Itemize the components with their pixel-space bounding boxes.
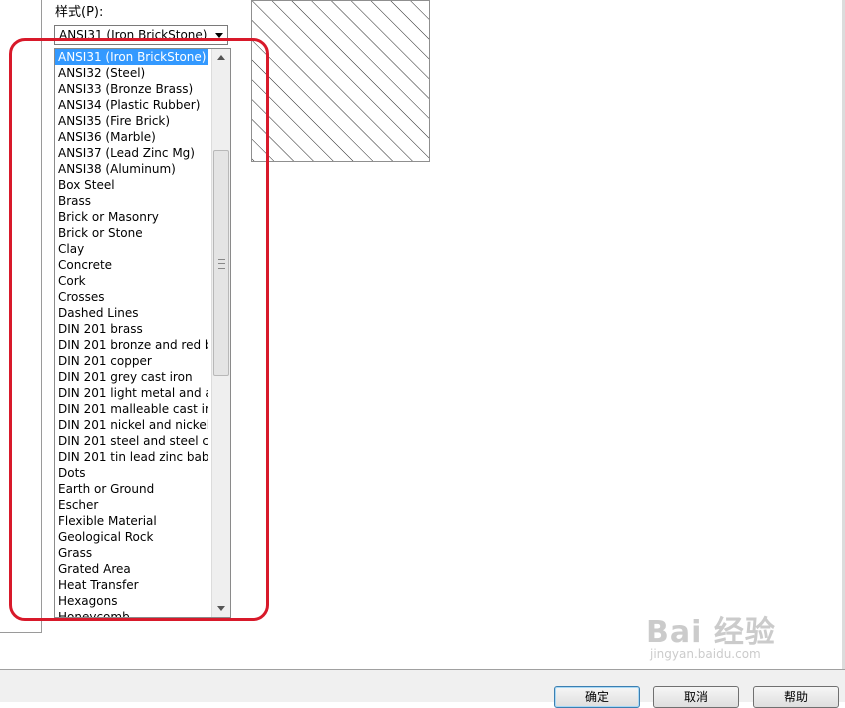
list-item[interactable]: Grass <box>55 545 208 561</box>
list-item[interactable]: DIN 201 steel and steel casting <box>55 433 208 449</box>
list-item[interactable]: Heat Transfer <box>55 577 208 593</box>
scroll-down-icon[interactable] <box>212 600 230 617</box>
list-item[interactable]: ANSI36 (Marble) <box>55 129 208 145</box>
list-item[interactable]: DIN 201 tin lead zinc babbitt <box>55 449 208 465</box>
list-item[interactable]: DIN 201 malleable cast iron <box>55 401 208 417</box>
hatch-pattern-icon <box>252 1 429 161</box>
list-item[interactable]: DIN 201 bronze and red brass <box>55 337 208 353</box>
list-item[interactable]: Brass <box>55 193 208 209</box>
list-item[interactable]: DIN 201 copper <box>55 353 208 369</box>
list-scrollbar[interactable] <box>211 49 230 617</box>
style-list-items: ANSI31 (Iron BrickStone) ANSI32 (Steel) AN… <box>55 49 211 617</box>
list-item[interactable]: ANSI32 (Steel) <box>55 65 208 81</box>
help-button[interactable]: 帮助 <box>753 686 839 708</box>
list-item[interactable]: Concrete <box>55 257 208 273</box>
list-item[interactable]: ANSI33 (Bronze Brass) <box>55 81 208 97</box>
list-item[interactable]: DIN 201 brass <box>55 321 208 337</box>
scroll-up-icon[interactable] <box>212 49 230 66</box>
list-item[interactable]: Escher <box>55 497 208 513</box>
list-item[interactable]: Flexible Material <box>55 513 208 529</box>
list-item[interactable]: Cork <box>55 273 208 289</box>
list-item[interactable]: ANSI35 (Fire Brick) <box>55 113 208 129</box>
list-item[interactable]: ANSI38 (Aluminum) <box>55 161 208 177</box>
list-item[interactable]: ANSI37 (Lead Zinc Mg) <box>55 145 208 161</box>
list-item[interactable]: Honeycomb <box>55 609 208 617</box>
list-item[interactable]: Box Steel <box>55 177 208 193</box>
list-item[interactable]: Brick or Stone <box>55 225 208 241</box>
list-item[interactable]: DIN 201 nickel and nickel alloys <box>55 417 208 433</box>
list-item[interactable]: Grated Area <box>55 561 208 577</box>
style-label: 样式(P): <box>55 5 104 20</box>
chevron-down-icon[interactable] <box>215 33 223 38</box>
grip-icon <box>218 259 225 269</box>
list-item[interactable]: Dashed Lines <box>55 305 208 321</box>
list-item[interactable]: DIN 201 grey cast iron <box>55 369 208 385</box>
style-listbox[interactable]: ANSI31 (Iron BrickStone) ANSI32 (Steel) AN… <box>54 48 231 618</box>
list-item[interactable]: Clay <box>55 241 208 257</box>
list-item[interactable]: Earth or Ground <box>55 481 208 497</box>
scroll-thumb[interactable] <box>213 150 229 376</box>
left-panel <box>0 0 42 633</box>
ok-button[interactable]: 确定 <box>554 686 640 708</box>
list-item[interactable]: Dots <box>55 465 208 481</box>
watermark-main: Bai 经验 <box>646 615 776 650</box>
list-item[interactable]: ANSI34 (Plastic Rubber) <box>55 97 208 113</box>
list-item[interactable]: Brick or Masonry <box>55 209 208 225</box>
list-item[interactable]: Geological Rock <box>55 529 208 545</box>
list-item[interactable]: ANSI31 (Iron BrickStone) <box>55 49 208 65</box>
list-item[interactable]: Hexagons <box>55 593 208 609</box>
list-item[interactable]: DIN 201 light metal and alloys <box>55 385 208 401</box>
watermark-sub: jingyan.baidu.com <box>650 647 761 661</box>
style-combobox[interactable]: ANSI31 (Iron BrickStone) <box>54 25 228 45</box>
cancel-button[interactable]: 取消 <box>653 686 739 708</box>
hatch-preview <box>251 0 430 162</box>
list-item[interactable]: Crosses <box>55 289 208 305</box>
baidu-watermark: Bai 经验 jingyan.baidu.com <box>646 607 806 665</box>
style-combobox-value: ANSI31 (Iron BrickStone) <box>59 28 208 42</box>
